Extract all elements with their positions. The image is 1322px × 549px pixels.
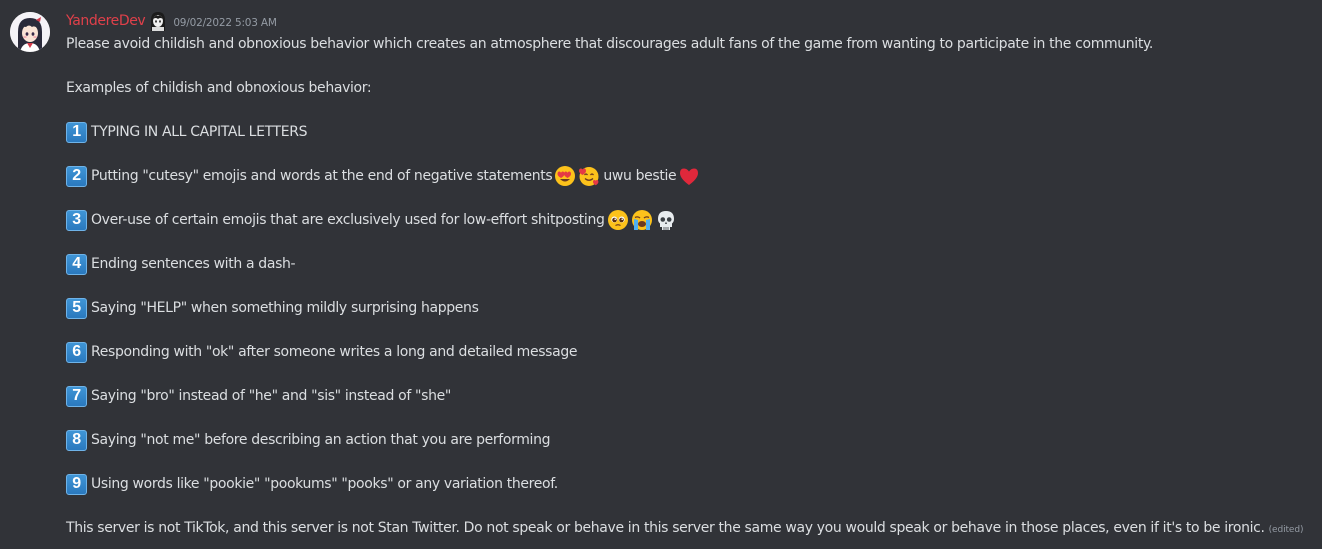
keycap-eight-icon: 8 xyxy=(66,429,87,451)
rule-text: Over-use of certain emojis that are excl… xyxy=(91,212,605,228)
loudly-crying-face-emoji-icon[interactable] xyxy=(631,209,653,231)
keycap-seven-icon: 7 xyxy=(66,385,87,407)
examples-heading-line: Examples of childish and obnoxious behav… xyxy=(66,77,372,99)
list-item: 4 Ending sentences with a dash- xyxy=(66,253,296,275)
keycap-two-icon: 2 xyxy=(66,165,87,187)
avatar[interactable] xyxy=(10,12,50,52)
edited-label[interactable]: (edited) xyxy=(1269,519,1304,541)
closing-line: This server is not TikTok, and this serv… xyxy=(66,517,1303,539)
rule-text: Saying "HELP" when something mildly surp… xyxy=(91,300,479,316)
pleading-face-emoji-icon[interactable] xyxy=(607,209,629,231)
list-item: 6 Responding with "ok" after someone wri… xyxy=(66,341,578,363)
rule-text: Saying "bro" instead of "he" and "sis" i… xyxy=(91,388,451,404)
list-item: 1 TYPING IN ALL CAPITAL LETTERS xyxy=(66,121,308,143)
list-item: 9 Using words like "pookie" "pookums" "p… xyxy=(66,473,558,495)
examples-heading: Examples of childish and obnoxious behav… xyxy=(66,80,372,96)
smiling-face-with-hearts-emoji-icon[interactable] xyxy=(578,165,600,187)
rule-text: Responding with "ok" after someone write… xyxy=(91,344,578,360)
username[interactable]: YandereDev xyxy=(66,13,146,29)
timestamp[interactable]: 09/02/2022 5:03 AM xyxy=(173,17,277,29)
list-item: 5 Saying "HELP" when something mildly su… xyxy=(66,297,479,319)
chat-message: YandereDev 09/02/2022 5:03 AM Please avo… xyxy=(0,0,1322,549)
message-header: YandereDev 09/02/2022 5:03 AM xyxy=(66,10,277,32)
list-item: 8 Saying "not me" before describing an a… xyxy=(66,429,550,451)
rule-text: Putting "cutesy" emojis and words at the… xyxy=(91,168,553,184)
rule-text: TYPING IN ALL CAPITAL LETTERS xyxy=(91,124,308,140)
skull-emoji-icon[interactable] xyxy=(655,209,677,231)
closing-text: This server is not TikTok, and this serv… xyxy=(66,520,1265,536)
rule-text: Saying "not me" before describing an act… xyxy=(91,432,551,448)
red-heart-emoji-icon[interactable] xyxy=(678,165,700,187)
list-item: 7 Saying "bro" instead of "he" and "sis"… xyxy=(66,385,451,407)
intro-text: Please avoid childish and obnoxious beha… xyxy=(66,36,1154,52)
list-item: 3 Over-use of certain emojis that are ex… xyxy=(66,209,677,231)
keycap-one-icon: 1 xyxy=(66,121,87,143)
list-item: 2 Putting "cutesy" emojis and words at t… xyxy=(66,165,700,187)
rule-suffix-text: uwu bestie xyxy=(603,168,677,184)
keycap-five-icon: 5 xyxy=(66,297,87,319)
keycap-nine-icon: 9 xyxy=(66,473,87,495)
rule-text: Ending sentences with a dash- xyxy=(91,256,296,272)
keycap-four-icon: 4 xyxy=(66,253,87,275)
rule-text: Using words like "pookie" "pookums" "poo… xyxy=(91,476,558,492)
keycap-six-icon: 6 xyxy=(66,341,87,363)
heart-eyes-emoji-icon[interactable] xyxy=(554,165,576,187)
anime-girl-avatar-icon xyxy=(10,12,50,52)
character-badge-icon[interactable] xyxy=(148,11,169,31)
intro-line: Please avoid childish and obnoxious beha… xyxy=(66,33,1153,55)
keycap-three-icon: 3 xyxy=(66,209,87,231)
